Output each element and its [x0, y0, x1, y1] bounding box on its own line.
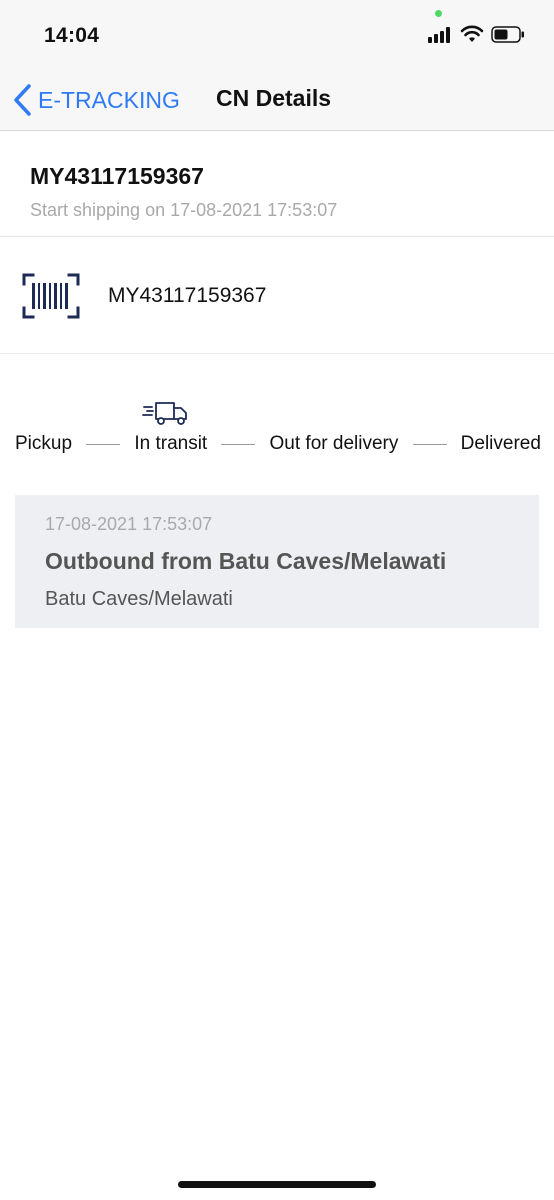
- battery-icon: [491, 26, 524, 43]
- step-in-transit: In transit: [134, 433, 208, 454]
- event-location: Batu Caves/Melawati: [45, 588, 233, 610]
- step-pickup: Pickup: [15, 433, 73, 454]
- home-indicator[interactable]: [178, 1181, 376, 1188]
- status-time: 14:04: [44, 24, 100, 47]
- start-shipping-text: Start shipping on 17-08-2021 17:53:07: [30, 200, 338, 220]
- shipment-header: MY43117159367 Start shipping on 17-08-20…: [0, 131, 554, 237]
- step-delivered: Delivered: [460, 433, 541, 454]
- event-time: 17-08-2021 17:53:07: [45, 514, 213, 534]
- chevron-left-icon: [14, 84, 31, 116]
- back-button[interactable]: E-TRACKING: [12, 82, 180, 118]
- step-connector: [412, 443, 447, 445]
- event-title: Outbound from Batu Caves/Melawati: [45, 548, 447, 574]
- barcode-number: MY43117159367: [108, 284, 267, 307]
- signal-icon: [428, 27, 454, 43]
- step-connector: [86, 443, 121, 445]
- barcode-row[interactable]: MY43117159367: [0, 237, 554, 354]
- progress-stepper: Pickup In transit Out for delivery Deliv…: [0, 395, 554, 475]
- back-label: E-TRACKING: [38, 86, 180, 113]
- cn-number: MY43117159367: [30, 163, 204, 189]
- barcode-scan-icon: [22, 273, 80, 319]
- tracking-event-card: 17-08-2021 17:53:07 Outbound from Batu C…: [15, 495, 539, 628]
- step-connector: [221, 443, 256, 445]
- delivery-truck-icon: [142, 402, 187, 425]
- step-labels: Pickup In transit Out for delivery Deliv…: [15, 433, 541, 455]
- navigation-bar: E-TRACKING CN Details: [0, 70, 554, 131]
- privacy-indicator-dot: [435, 10, 442, 17]
- page-title: CN Details: [216, 85, 332, 111]
- wifi-icon: [460, 25, 484, 42]
- step-out-for-delivery: Out for delivery: [269, 433, 399, 454]
- status-bar: 14:04: [0, 0, 554, 70]
